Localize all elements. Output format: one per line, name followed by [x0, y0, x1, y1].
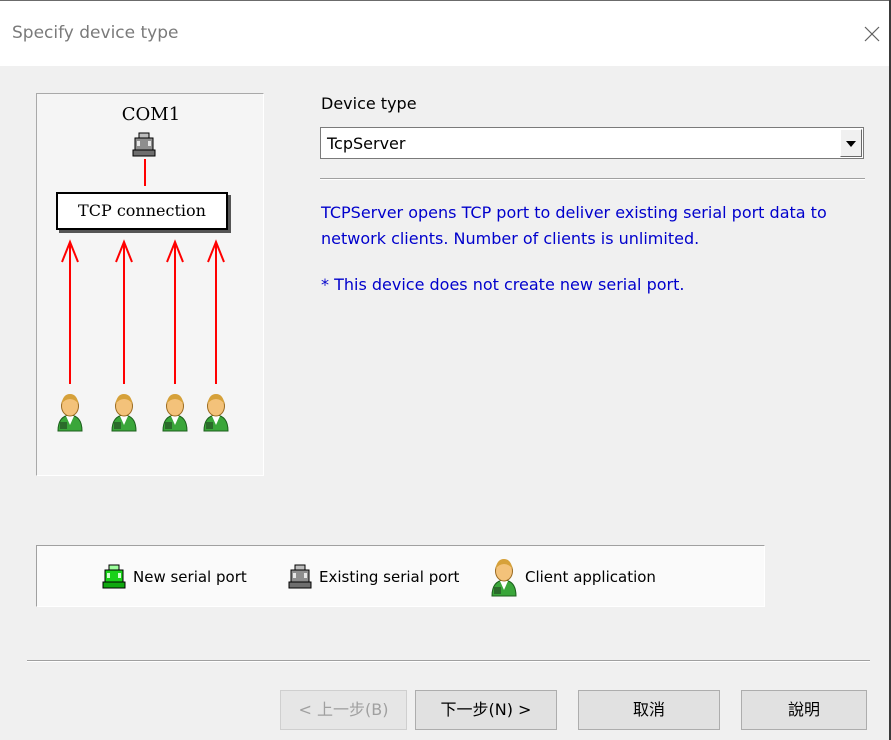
- legend-item-existing-port: Existing serial port: [287, 546, 459, 608]
- legend-existing-port-label: Existing serial port: [319, 568, 460, 586]
- client-application-icon: [109, 392, 139, 432]
- device-description: TCPServer opens TCP port to deliver exis…: [321, 203, 827, 248]
- back-button[interactable]: < 上一步(B): [280, 690, 407, 730]
- client-application-icon: [160, 392, 190, 432]
- client-application-icon: [489, 557, 519, 597]
- legend: New serial port Existing serial port Cli…: [36, 545, 765, 607]
- dropdown-button[interactable]: [840, 129, 862, 157]
- legend-item-client-app: Client application: [489, 546, 656, 608]
- device-type-value: TcpServer: [327, 134, 406, 153]
- dropdown-arrow-icon: [846, 141, 856, 147]
- client-application-icon: [55, 392, 85, 432]
- next-button[interactable]: 下一步(N) >: [415, 690, 557, 730]
- footer-separator: [27, 660, 870, 662]
- help-button[interactable]: 說明: [741, 690, 867, 730]
- tcp-connection-box: TCP connection: [56, 192, 228, 230]
- close-icon[interactable]: [857, 19, 887, 49]
- title-bar: Specify device type: [0, 0, 891, 66]
- legend-client-app-label: Client application: [525, 568, 656, 586]
- existing-serial-port-icon: [287, 564, 313, 590]
- connection-diagram: COM1 TCP connection: [36, 93, 264, 476]
- separator: [320, 178, 865, 180]
- window-title: Specify device type: [12, 23, 179, 43]
- device-type-select[interactable]: TcpServer: [320, 127, 864, 159]
- cancel-button[interactable]: 取消: [578, 690, 720, 730]
- legend-new-port-label: New serial port: [133, 568, 247, 586]
- legend-item-new-port: New serial port: [101, 546, 247, 608]
- client-application-icon: [201, 392, 231, 432]
- device-note: * This device does not create new serial…: [321, 275, 685, 294]
- device-type-label: Device type: [321, 94, 417, 113]
- new-serial-port-icon: [101, 564, 127, 590]
